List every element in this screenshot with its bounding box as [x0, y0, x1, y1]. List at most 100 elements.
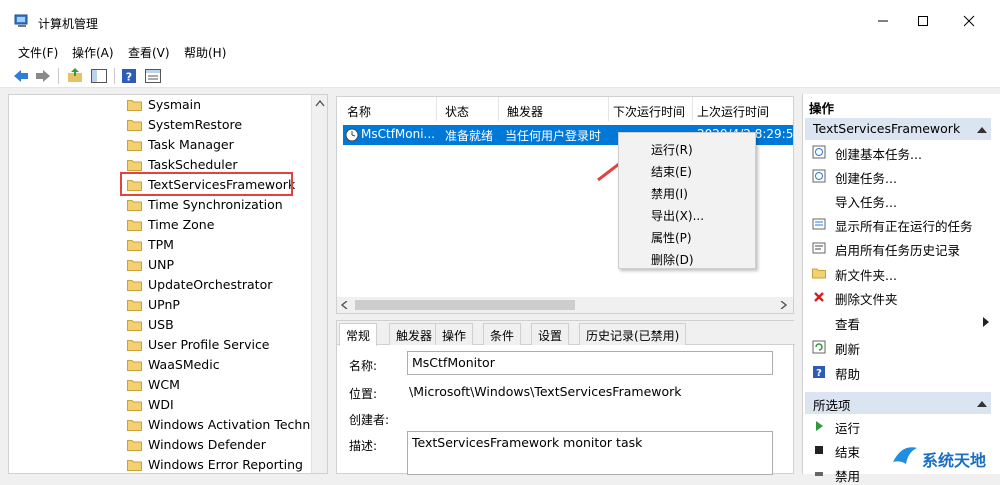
folder-icon: [127, 140, 142, 151]
collapse-icon: [977, 401, 987, 407]
tree-item-label: WDI: [148, 397, 174, 412]
scroll-up-icon[interactable]: [315, 99, 325, 107]
context-menu: 运行(R) 结束(E) 禁用(I) 导出(X)... 属性(P) 删除(D): [618, 132, 756, 269]
forward-arrow-icon[interactable]: [34, 67, 52, 85]
tree-item[interactable]: Time Synchronization: [127, 195, 327, 215]
task-status: 准备就绪: [445, 129, 494, 143]
action-create-basic-task[interactable]: 创建基本任务...: [811, 142, 995, 162]
action-selected-run[interactable]: 运行: [811, 416, 995, 436]
task-icon: [812, 169, 826, 183]
name-field[interactable]: MsCtfMonitor: [407, 351, 773, 375]
tree-item-label: UpdateOrchestrator: [148, 277, 273, 292]
tree-item[interactable]: WaaSMedic: [127, 355, 327, 375]
description-field[interactable]: TextServicesFramework monitor task: [407, 431, 773, 475]
svg-text:?: ?: [126, 71, 132, 84]
menu-file[interactable]: 文件(F): [18, 44, 58, 61]
maximize-button[interactable]: [912, 10, 934, 32]
tab-settings[interactable]: 设置: [531, 323, 570, 345]
tree-item[interactable]: Sysmain: [127, 95, 327, 115]
minimize-button[interactable]: [872, 10, 894, 32]
action-label: 新文件夹...: [835, 268, 897, 283]
action-delete-folder[interactable]: 删除文件夹: [811, 287, 995, 307]
tree-item[interactable]: USB: [127, 315, 327, 335]
action-create-task[interactable]: 创建任务...: [811, 166, 995, 186]
tree-item[interactable]: UpdateOrchestrator: [127, 275, 327, 295]
toolbar: ?: [0, 64, 1000, 88]
back-arrow-icon[interactable]: [12, 67, 30, 85]
properties-icon[interactable]: [144, 67, 162, 85]
context-run[interactable]: 运行(R): [651, 141, 693, 158]
up-folder-icon[interactable]: [66, 67, 84, 85]
tree-item-label: TPM: [148, 237, 174, 252]
tree-item[interactable]: Windows Defender: [127, 435, 327, 455]
scroll-left-icon[interactable]: [341, 301, 349, 309]
tree-item[interactable]: UNP: [127, 255, 327, 275]
tree-item-label: USB: [148, 317, 174, 332]
folder-icon: [127, 160, 142, 171]
actions-section-folder[interactable]: TextServicesFramework: [805, 118, 991, 140]
tree-item[interactable]: Windows Error Reporting: [127, 455, 327, 473]
action-view[interactable]: 查看: [811, 312, 995, 332]
tree-item-label: User Profile Service: [148, 337, 270, 352]
watermark-logo: 系统天地: [890, 440, 1000, 474]
tree-item-label: SystemRestore: [148, 117, 243, 132]
close-icon: [963, 15, 975, 27]
folder-icon: [127, 260, 142, 271]
watermark-text: 系统天地: [922, 451, 987, 470]
tree-item[interactable]: Windows Activation Technol: [127, 415, 327, 435]
column-header-status[interactable]: 状态: [437, 97, 499, 121]
scrollbar-thumb[interactable]: [355, 300, 575, 310]
tree-item[interactable]: Time Zone: [127, 215, 327, 235]
task-details: 常规 触发器 操作 条件 设置 历史记录(已禁用) 名称: MsCtfMonit…: [336, 320, 795, 475]
context-end[interactable]: 结束(E): [651, 163, 692, 180]
action-import-task[interactable]: 导入任务...: [811, 190, 995, 210]
action-show-running-tasks[interactable]: 显示所有正在运行的任务: [811, 214, 995, 234]
tree-item[interactable]: WDI: [127, 395, 327, 415]
action-new-folder[interactable]: 新文件夹...: [811, 263, 995, 283]
tree-item[interactable]: User Profile Service: [127, 335, 327, 355]
name-label: 名称:: [349, 359, 378, 373]
action-enable-task-history[interactable]: 启用所有任务历史记录: [811, 238, 995, 258]
history-icon: [812, 242, 826, 254]
action-refresh[interactable]: 刷新: [811, 337, 995, 357]
tree-item[interactable]: SystemRestore: [127, 115, 327, 135]
help-icon[interactable]: ?: [120, 67, 138, 85]
menu-help[interactable]: 帮助(H): [184, 44, 226, 61]
tree-item-label: UPnP: [148, 297, 180, 312]
context-export[interactable]: 导出(X)...: [651, 207, 704, 224]
tab-actions[interactable]: 操作: [435, 323, 474, 345]
horizontal-scrollbar[interactable]: [337, 297, 793, 313]
tree-item[interactable]: TPM: [127, 235, 327, 255]
author-label: 创建者:: [349, 413, 390, 427]
tree-item[interactable]: Task Manager: [127, 135, 327, 155]
submenu-arrow-icon: [983, 317, 989, 327]
menu-view[interactable]: 查看(V): [128, 44, 170, 61]
action-help[interactable]: ? 帮助: [811, 362, 995, 382]
folder-icon: [127, 300, 142, 311]
column-header-name[interactable]: 名称: [337, 97, 437, 121]
column-header-next-run[interactable]: 下次运行时间: [609, 97, 693, 121]
column-header-trigger[interactable]: 触发器: [499, 97, 609, 121]
menu-action[interactable]: 操作(A): [72, 44, 114, 61]
context-delete[interactable]: 删除(D): [651, 251, 694, 268]
column-header-last-run[interactable]: 上次运行时间: [693, 97, 793, 121]
vertical-scrollbar[interactable]: [311, 95, 327, 473]
tree-item[interactable]: WCM: [127, 375, 327, 395]
tab-triggers[interactable]: 触发器: [389, 323, 440, 345]
tree-item[interactable]: UPnP: [127, 295, 327, 315]
context-properties[interactable]: 属性(P): [651, 229, 692, 246]
folder-icon: [127, 340, 142, 351]
close-button[interactable]: [958, 10, 980, 32]
maximize-icon: [918, 16, 928, 26]
context-disable[interactable]: 禁用(I): [651, 185, 688, 202]
tab-conditions[interactable]: 条件: [483, 323, 522, 345]
tree-item-label: Windows Activation Technol: [148, 417, 322, 432]
show-hide-tree-icon[interactable]: [90, 67, 108, 85]
folder-icon: [127, 120, 142, 131]
folder-icon: [127, 240, 142, 251]
scroll-right-icon[interactable]: [779, 301, 787, 309]
title-bar: 计算机管理: [0, 0, 1000, 42]
tab-history[interactable]: 历史记录(已禁用): [579, 323, 687, 345]
tab-general[interactable]: 常规: [339, 323, 378, 346]
actions-section-selected[interactable]: 所选项: [805, 392, 991, 414]
